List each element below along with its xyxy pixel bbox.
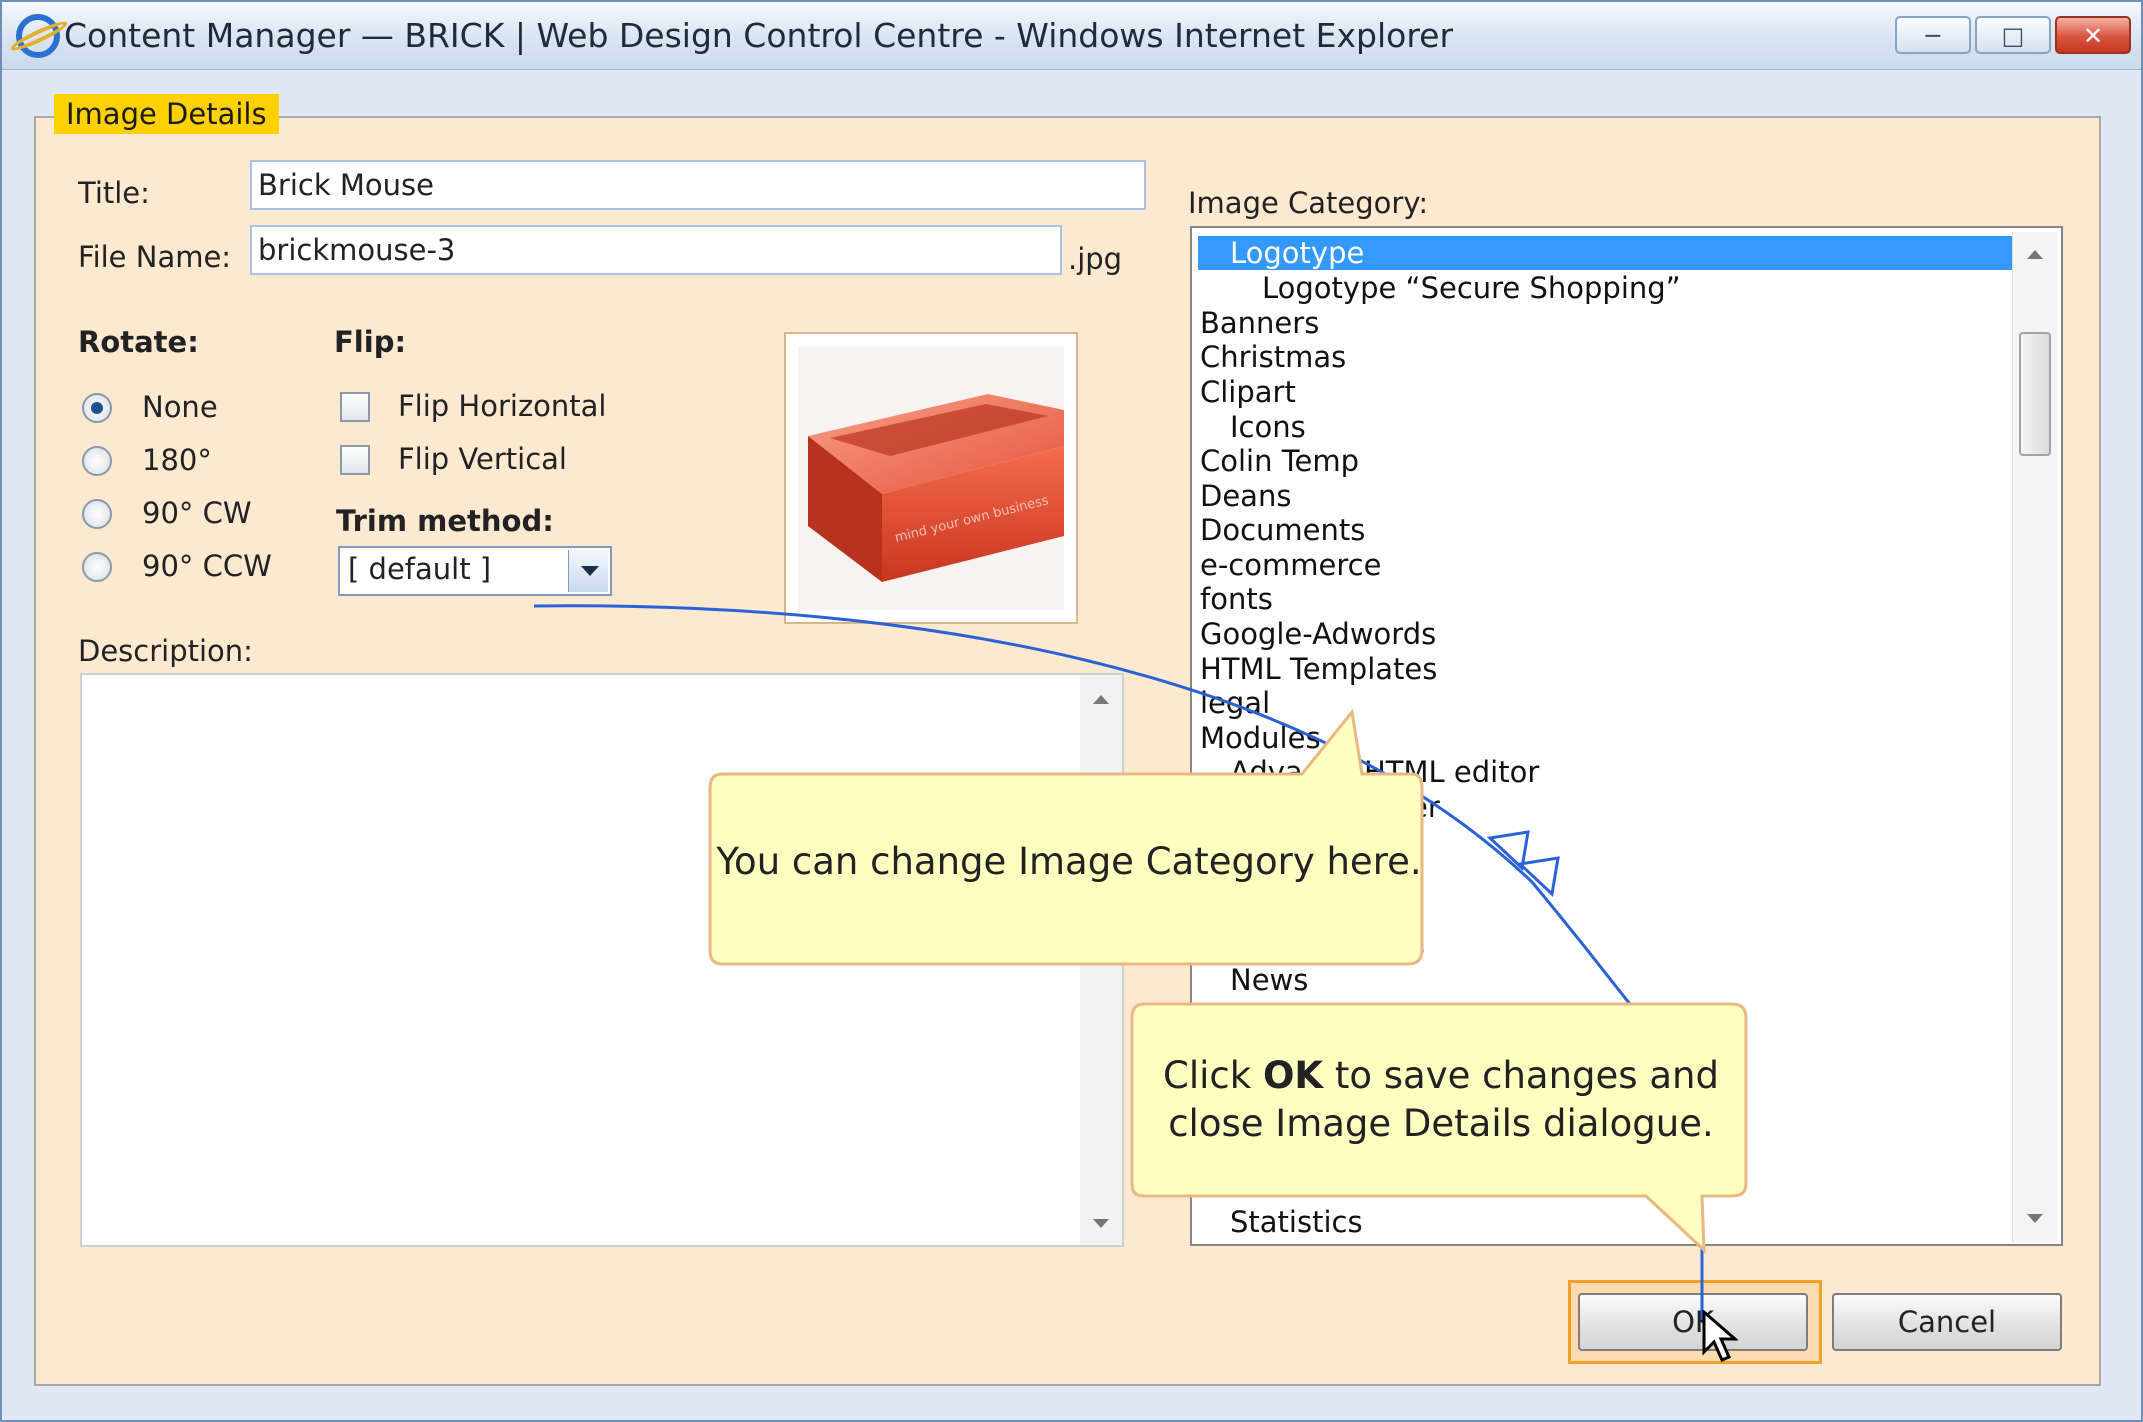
callout-ok-suffix: to save changes and: [1334, 1054, 1719, 1097]
callout-category-text: You can change Image Category here.: [716, 840, 1422, 883]
callout-ok-prefix: Click: [1163, 1054, 1252, 1097]
callout-category-shape: [708, 708, 1424, 966]
callout-ok-line2: close Image Details dialogue.: [1168, 1102, 1714, 1145]
callout-ok-strong: OK: [1262, 1054, 1324, 1097]
mouse-cursor-icon: [1702, 1310, 1738, 1362]
arrow-curve: [1530, 881, 1632, 1005]
callout-ok-line1: Click OK to save changes and: [1134, 1054, 1748, 1097]
browser-window: Content Manager — BRICK | Web Design Con…: [0, 0, 2143, 1422]
